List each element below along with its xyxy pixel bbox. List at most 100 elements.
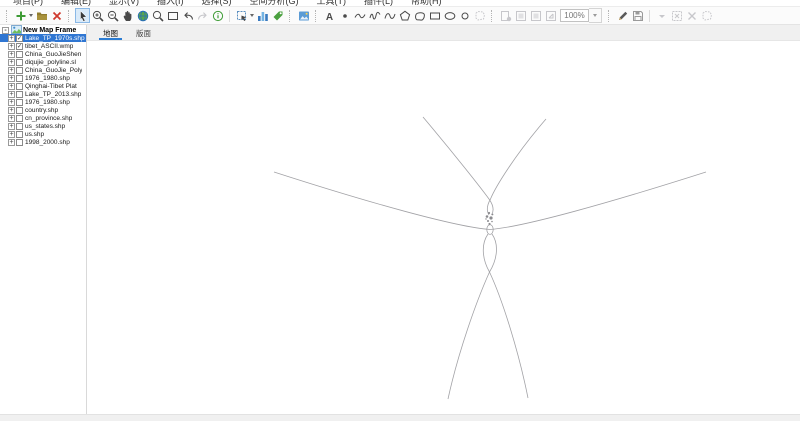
paste-graphic-button[interactable]: [528, 8, 543, 23]
expand-icon[interactable]: +: [8, 114, 15, 122]
pan-tool-button[interactable]: [120, 8, 135, 23]
layer-label[interactable]: Qinghai-Tibet Plat: [25, 83, 77, 90]
collapse-icon[interactable]: -: [2, 26, 9, 34]
layer-item-china-guojie-poly[interactable]: + China_GuoJie_Poly: [0, 66, 86, 74]
edit-sketch-button[interactable]: [615, 8, 630, 23]
menu-item-edit[interactable]: 编辑(E): [52, 0, 100, 6]
expand-icon[interactable]: +: [8, 34, 15, 42]
layer-visibility-checkbox[interactable]: [16, 138, 23, 146]
layer-item-1998-2000-shp[interactable]: +1998_2000.shp: [0, 138, 86, 146]
zoom-level-value[interactable]: 100%: [560, 9, 589, 22]
line-tool-button[interactable]: [352, 8, 367, 23]
expand-icon[interactable]: +: [8, 50, 15, 58]
layer-item-diqujie-polyline-sl[interactable]: + diqujie_polyline.sl: [0, 58, 86, 66]
layer-visibility-checkbox[interactable]: [16, 74, 23, 82]
layer-item-1976-1980-shp[interactable]: +1976_1980.shp: [0, 98, 86, 106]
layer-label[interactable]: us.shp: [25, 131, 44, 138]
layer-visibility-checkbox[interactable]: [16, 58, 23, 66]
expand-icon[interactable]: +: [8, 130, 15, 138]
lasso-select-button[interactable]: [699, 8, 714, 23]
expand-icon[interactable]: +: [8, 42, 15, 50]
remove-button[interactable]: [49, 8, 64, 23]
layer-label[interactable]: 1976_1980.shp: [25, 99, 70, 106]
layer-visibility-checkbox[interactable]: [16, 122, 23, 130]
layer-visibility-checkbox[interactable]: [16, 66, 23, 74]
circle-tool-button[interactable]: [457, 8, 472, 23]
menu-item-tools[interactable]: 工具(T): [308, 0, 356, 6]
layer-label[interactable]: Lake_TP_2013.shp: [25, 91, 81, 98]
layer-visibility-checkbox[interactable]: [16, 82, 23, 90]
layer-visibility-checkbox[interactable]: [16, 114, 23, 122]
layer-label[interactable]: China_GuoJieShen: [25, 51, 81, 58]
zoom-window-button[interactable]: [150, 8, 165, 23]
menu-item-help[interactable]: 帮助(H): [402, 0, 451, 6]
curve-tool-button[interactable]: [382, 8, 397, 23]
layer-item-us-shp[interactable]: + us.shp: [0, 130, 86, 138]
freeform-tool-button[interactable]: [412, 8, 427, 23]
layer-item-china-guojieshen[interactable]: + China_GuoJieShen: [0, 50, 86, 58]
layer-label[interactable]: tibet_ASCII.wmp: [25, 43, 73, 50]
open-folder-button[interactable]: [34, 8, 49, 23]
rectangle-tool-button[interactable]: [427, 8, 442, 23]
map-frame-root-item[interactable]: - New Map Frame: [0, 25, 86, 34]
lasso-tool-button[interactable]: [472, 8, 487, 23]
zoom-out-tool-button[interactable]: [105, 8, 120, 23]
layer-label[interactable]: Lake_TP_1970s.shp: [25, 35, 85, 42]
layer-item-lake-tp-1970s-shp[interactable]: + ✓ Lake_TP_1970s.shp: [0, 34, 86, 42]
undo-button[interactable]: [180, 8, 195, 23]
layer-item-1976-1980-shp[interactable]: +1976_1980.shp: [0, 74, 86, 82]
tab-map[interactable]: 地图: [95, 25, 126, 40]
expand-icon[interactable]: +: [8, 106, 15, 114]
zoom-level-combo[interactable]: 100%: [560, 8, 602, 23]
copy-graphic-button[interactable]: [513, 8, 528, 23]
layer-visibility-checkbox[interactable]: ✓: [16, 34, 23, 42]
select-features-button[interactable]: [234, 8, 249, 23]
edit-dropdown-button[interactable]: [654, 8, 669, 23]
map-canvas[interactable]: [87, 41, 800, 414]
layer-label[interactable]: diqujie_polyline.sl: [25, 59, 76, 66]
redo-button[interactable]: [195, 8, 210, 23]
layer-label[interactable]: us_states.shp: [25, 123, 65, 130]
full-extent-button[interactable]: [135, 8, 150, 23]
point-tool-button[interactable]: [337, 8, 352, 23]
layer-item-cn-province-shp[interactable]: + cn_province.shp: [0, 114, 86, 122]
add-data-button-dropdown-icon[interactable]: [29, 14, 33, 17]
layer-item-qinghai-tibet-plat[interactable]: + Qinghai-Tibet Plat: [0, 82, 86, 90]
layer-visibility-checkbox[interactable]: ✓: [16, 42, 23, 50]
layer-label[interactable]: cn_province.shp: [25, 115, 72, 122]
attribute-table-button[interactable]: [255, 8, 270, 23]
paste-special-button[interactable]: [498, 8, 513, 23]
layer-visibility-checkbox[interactable]: [16, 90, 23, 98]
expand-icon[interactable]: +: [8, 98, 15, 106]
select-tool-button[interactable]: [75, 8, 90, 23]
export-image-button[interactable]: [296, 8, 311, 23]
expand-icon[interactable]: +: [8, 58, 15, 66]
layer-visibility-checkbox[interactable]: [16, 50, 23, 58]
layer-visibility-checkbox[interactable]: [16, 130, 23, 138]
export-graphic-button[interactable]: [543, 8, 558, 23]
layer-label[interactable]: country.shp: [25, 107, 58, 114]
tab-layout[interactable]: 版面: [128, 25, 159, 40]
menu-item-selection[interactable]: 选择(S): [193, 0, 241, 6]
layer-label[interactable]: 1976_1980.shp: [25, 75, 70, 82]
menu-item-view[interactable]: 显示(V): [100, 0, 148, 6]
layer-visibility-checkbox[interactable]: [16, 106, 23, 114]
text-tool-button[interactable]: A: [322, 8, 337, 23]
expand-icon[interactable]: +: [8, 82, 15, 90]
layer-item-tibet-ascii-wmp[interactable]: + ✓ tibet_ASCII.wmp: [0, 42, 86, 50]
freehand-tool-button[interactable]: [367, 8, 382, 23]
zoom-in-tool-button[interactable]: [90, 8, 105, 23]
delete-feature-button[interactable]: [684, 8, 699, 23]
expand-icon[interactable]: +: [8, 122, 15, 130]
select-features-button-dropdown-icon[interactable]: [250, 14, 254, 17]
layer-label[interactable]: 1998_2000.shp: [25, 139, 70, 146]
label-button[interactable]: [270, 8, 285, 23]
add-data-button[interactable]: [13, 8, 28, 23]
save-edits-button[interactable]: [630, 8, 645, 23]
identify-button[interactable]: [210, 8, 225, 23]
menu-item-spatial-analysis[interactable]: 空间分析(G): [241, 0, 308, 6]
expand-icon[interactable]: +: [8, 138, 15, 146]
polygon-tool-button[interactable]: [397, 8, 412, 23]
layer-item-lake-tp-2013-shp[interactable]: + Lake_TP_2013.shp: [0, 90, 86, 98]
marquee-zoom-button[interactable]: [165, 8, 180, 23]
